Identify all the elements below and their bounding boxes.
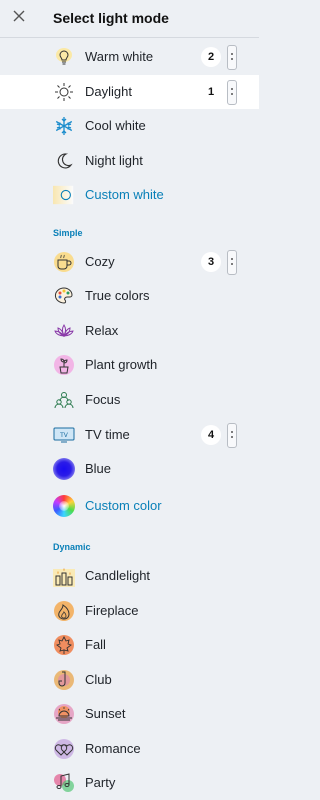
blue-dot-icon <box>53 458 75 480</box>
mode-row-focus[interactable]: Focus <box>0 383 259 417</box>
mode-label: True colors <box>85 288 150 303</box>
fire-icon <box>53 600 75 622</box>
leaf-icon <box>53 634 75 656</box>
mode-row-true-colors[interactable]: True colors <box>0 279 259 313</box>
lightbulb-icon <box>53 46 75 68</box>
drag-handle[interactable] <box>227 45 237 70</box>
mode-label: Fall <box>85 637 106 652</box>
mode-label: Focus <box>85 392 121 407</box>
svg-text:TV: TV <box>59 432 69 439</box>
color-wheel-icon <box>53 495 75 517</box>
mode-label: Sunset <box>85 706 126 721</box>
mode-label: Night light <box>85 153 143 168</box>
mode-row-cozy[interactable]: Cozy 3 <box>0 245 259 279</box>
mode-label: Cozy <box>85 254 115 269</box>
drag-handle[interactable] <box>227 250 237 275</box>
mode-label: Daylight <box>85 84 132 99</box>
section-title-dynamic: Dynamic <box>53 542 91 552</box>
mode-label: Party <box>85 775 116 790</box>
mode-row-sunset[interactable]: Sunset <box>0 697 259 731</box>
sun-icon <box>53 81 75 103</box>
mode-row-relax[interactable]: Relax <box>0 314 259 348</box>
mode-label: Romance <box>85 741 141 756</box>
section-title-simple: Simple <box>53 228 83 238</box>
mode-label: TV time <box>85 427 130 442</box>
hearts-icon <box>53 738 75 760</box>
plant-icon <box>53 354 75 376</box>
scene-badge: 1 <box>207 86 215 98</box>
sunset-icon <box>53 703 75 725</box>
mode-label: Warm white <box>85 49 154 64</box>
mode-row-blue[interactable]: Blue <box>0 452 259 486</box>
mode-row-romance[interactable]: Romance <box>0 732 259 766</box>
snowflake-icon <box>53 115 75 137</box>
scene-badge: 3 <box>201 252 221 272</box>
lotus-icon <box>53 320 75 342</box>
mode-row-fall[interactable]: Fall <box>0 628 259 662</box>
header: Select light mode <box>0 0 259 38</box>
mode-label: Cool white <box>85 118 146 133</box>
mode-row-party[interactable]: Party <box>0 766 259 800</box>
saxophone-icon <box>53 669 75 691</box>
moon-icon <box>53 150 75 172</box>
mug-icon <box>53 251 75 273</box>
mode-row-cool-white[interactable]: Cool white <box>0 109 259 143</box>
mode-row-custom-white[interactable]: Custom white <box>0 178 259 212</box>
close-button[interactable] <box>8 7 30 29</box>
mode-row-candlelight[interactable]: Candlelight <box>0 559 259 593</box>
close-icon <box>13 9 25 27</box>
mode-label: Plant growth <box>85 357 158 372</box>
mode-row-night-light[interactable]: Night light <box>0 144 259 178</box>
people-icon <box>53 389 75 411</box>
tv-icon: TV <box>53 424 75 446</box>
drag-handle[interactable] <box>227 80 237 105</box>
mode-label: Blue <box>85 461 112 476</box>
scene-badge: 4 <box>201 425 221 445</box>
custom-white-icon <box>53 184 75 206</box>
mode-row-tv-time[interactable]: TV TV time 4 <box>0 418 259 452</box>
music-notes-icon <box>53 772 75 794</box>
mode-label: Fireplace <box>85 603 139 618</box>
mode-label: Relax <box>85 323 119 338</box>
mode-row-warm-white[interactable]: Warm white 2 <box>0 40 259 74</box>
mode-row-plant-growth[interactable]: Plant growth <box>0 348 259 382</box>
mode-row-fireplace[interactable]: Fireplace <box>0 594 259 628</box>
mode-label: Custom white <box>85 187 164 202</box>
mode-row-club[interactable]: Club <box>0 663 259 697</box>
mode-label: Candlelight <box>85 568 151 583</box>
drag-handle[interactable] <box>227 423 237 448</box>
scene-badge: 2 <box>201 47 221 67</box>
palette-icon <box>53 285 75 307</box>
candle-icon <box>53 565 75 587</box>
mode-label: Custom color <box>85 498 162 513</box>
mode-row-custom-color[interactable]: Custom color <box>0 489 259 523</box>
mode-label: Club <box>85 672 112 687</box>
mode-row-daylight[interactable]: Daylight 1 <box>0 75 259 109</box>
page-title: Select light mode <box>53 10 169 26</box>
